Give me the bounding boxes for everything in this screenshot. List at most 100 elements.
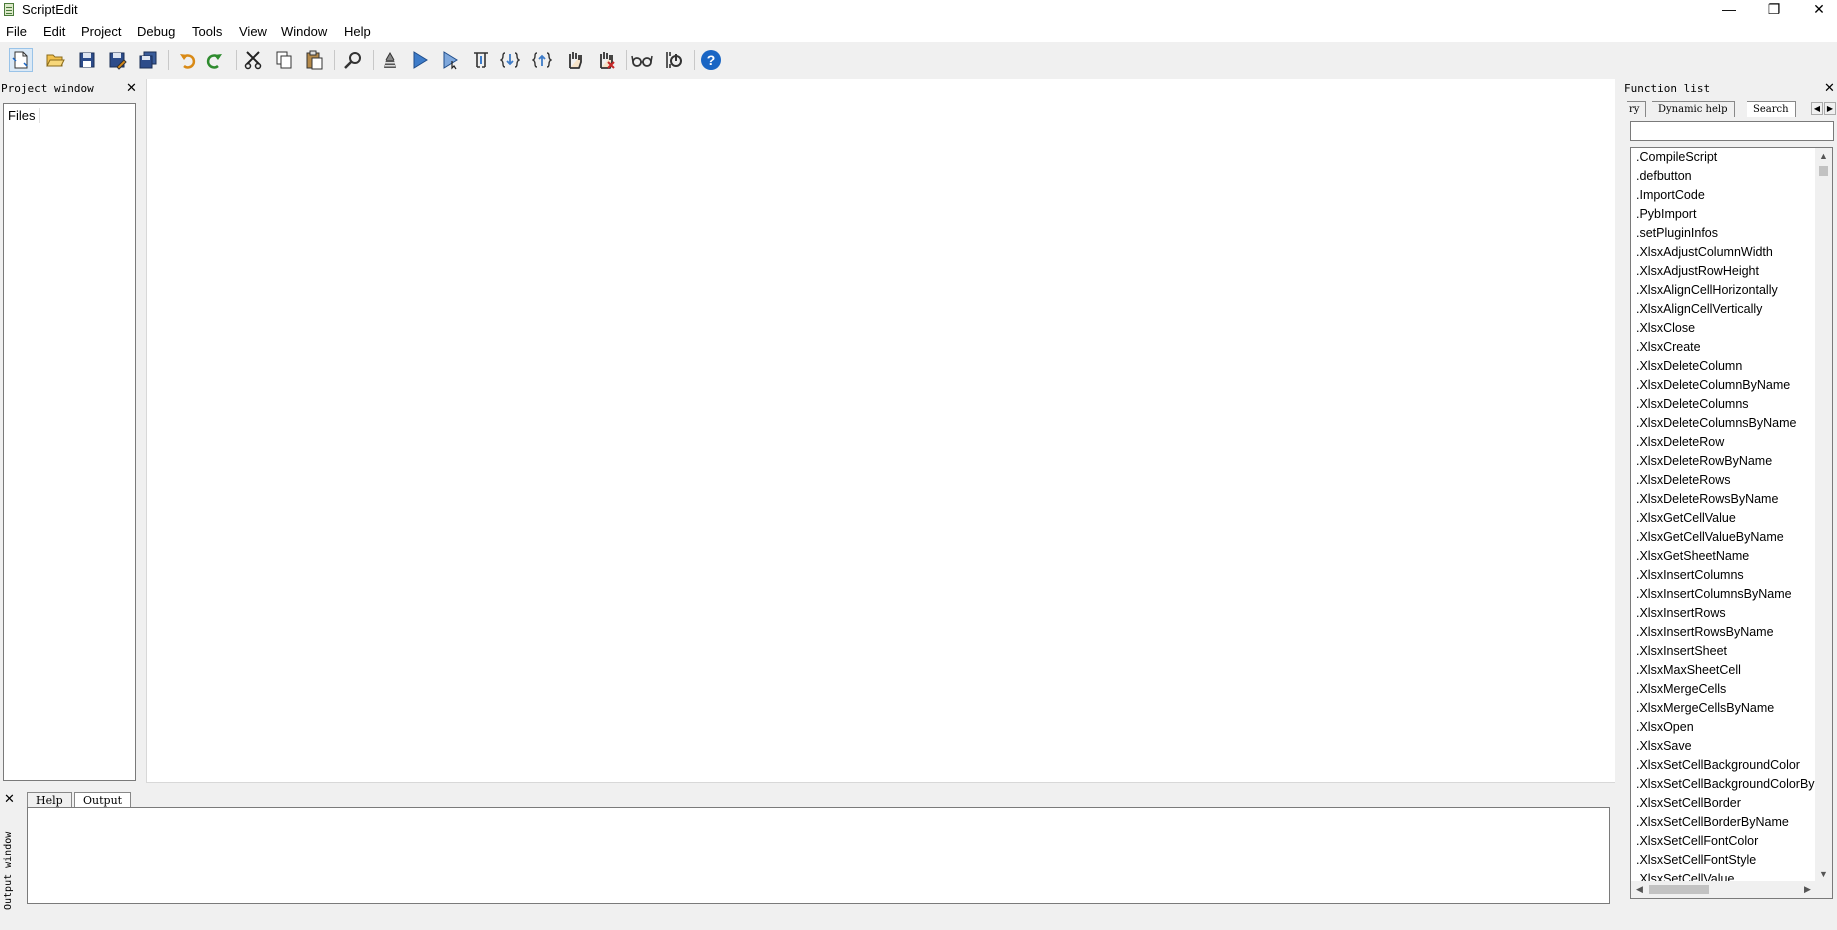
undo-icon[interactable]: [176, 48, 200, 72]
new-file-icon[interactable]: [9, 48, 33, 72]
function-list-item[interactable]: .XlsxInsertSheet: [1631, 642, 1816, 661]
function-list-item[interactable]: .XlsxGetSheetName: [1631, 547, 1816, 566]
function-list-item[interactable]: .XlsxMaxSheetCell: [1631, 661, 1816, 680]
scroll-right-icon[interactable]: ▶: [1799, 881, 1816, 897]
function-list-item[interactable]: .XlsxSetCellBackgroundColor: [1631, 756, 1816, 775]
step-into-icon[interactable]: [498, 48, 522, 72]
svg-text:?: ?: [707, 52, 716, 68]
menu-view[interactable]: View: [239, 24, 267, 39]
function-list-item[interactable]: .XlsxDeleteRowsByName: [1631, 490, 1816, 509]
function-list-item[interactable]: .XlsxSetCellFontColor: [1631, 832, 1816, 851]
menu-edit[interactable]: Edit: [43, 24, 65, 39]
watch-glasses-icon[interactable]: [630, 48, 654, 72]
function-list-item[interactable]: .XlsxMergeCellsByName: [1631, 699, 1816, 718]
function-list-item[interactable]: .XlsxAlignCellHorizontally: [1631, 281, 1816, 300]
function-list-item[interactable]: .XlsxDeleteColumn: [1631, 357, 1816, 376]
tab-search[interactable]: Search: [1747, 101, 1796, 117]
function-list-item[interactable]: .XlsxSetCellBorder: [1631, 794, 1816, 813]
step-over-icon[interactable]: [469, 48, 493, 72]
function-list-item[interactable]: .XlsxDeleteRow: [1631, 433, 1816, 452]
tab-scroll-left-icon[interactable]: ◀: [1811, 102, 1823, 115]
function-list-item[interactable]: .PybImport: [1631, 205, 1816, 224]
function-list-item[interactable]: .XlsxGetCellValueByName: [1631, 528, 1816, 547]
menu-window[interactable]: Window: [281, 24, 327, 39]
function-list-item[interactable]: .XlsxAdjustRowHeight: [1631, 262, 1816, 281]
function-list-item[interactable]: .XlsxSave: [1631, 737, 1816, 756]
function-list: .CompileScript .defbutton .ImportCode .PybI…: [1630, 147, 1833, 899]
output-panel[interactable]: [27, 807, 1610, 904]
open-folder-icon[interactable]: [43, 48, 67, 72]
minimize-button[interactable]: —: [1707, 0, 1751, 20]
toolbar-separator: [168, 50, 169, 70]
tab-scroll-right-icon[interactable]: ▶: [1824, 102, 1836, 115]
menu-bar: File Edit Project Debug Tools View Windo…: [0, 20, 1837, 42]
function-list-item[interactable]: .XlsxInsertRows: [1631, 604, 1816, 623]
toolbar-separator: [334, 50, 335, 70]
tab-dynamic-help[interactable]: Dynamic help: [1652, 101, 1735, 117]
close-button[interactable]: ✕: [1797, 0, 1837, 20]
function-list-item[interactable]: .XlsxSetCellBackgroundColorBy: [1631, 775, 1816, 794]
scroll-up-icon[interactable]: ▲: [1815, 148, 1832, 164]
function-list-close-icon[interactable]: ✕: [1824, 81, 1835, 95]
help-icon[interactable]: ?: [699, 48, 723, 72]
function-list-item[interactable]: .XlsxDeleteRows: [1631, 471, 1816, 490]
function-list-item[interactable]: .XlsxSetCellFontStyle: [1631, 851, 1816, 870]
breakpoint-hand-icon[interactable]: [563, 48, 587, 72]
save-as-icon[interactable]: [105, 48, 129, 72]
function-list-item[interactable]: .XlsxDeleteColumnsByName: [1631, 414, 1816, 433]
run-to-cursor-icon[interactable]: [438, 48, 462, 72]
copy-icon[interactable]: [272, 48, 296, 72]
function-list-item[interactable]: .XlsxMergeCells: [1631, 680, 1816, 699]
function-list-item[interactable]: .setPluginInfos: [1631, 224, 1816, 243]
tab-output[interactable]: Output: [74, 792, 132, 808]
menu-help[interactable]: Help: [344, 24, 371, 39]
debug-settings-icon[interactable]: [662, 48, 686, 72]
menu-debug[interactable]: Debug: [137, 24, 175, 39]
clear-breakpoints-icon[interactable]: [594, 48, 618, 72]
vertical-scrollbar[interactable]: ▲ ▼: [1815, 148, 1832, 882]
function-list-item[interactable]: .XlsxGetCellValue: [1631, 509, 1816, 528]
menu-project[interactable]: Project: [81, 24, 121, 39]
compile-icon[interactable]: [378, 48, 402, 72]
function-list-item[interactable]: .CompileScript: [1631, 148, 1816, 167]
scroll-thumb[interactable]: [1819, 166, 1828, 176]
horizontal-scrollbar[interactable]: ◀ ▶: [1631, 881, 1832, 898]
restore-button[interactable]: ❐: [1752, 0, 1796, 20]
paste-icon[interactable]: [302, 48, 326, 72]
function-search-input[interactable]: [1630, 121, 1834, 141]
menu-tools[interactable]: Tools: [192, 24, 222, 39]
project-tree[interactable]: Files: [3, 103, 136, 781]
function-list-item[interactable]: .XlsxOpen: [1631, 718, 1816, 737]
function-list-item[interactable]: .XlsxInsertColumnsByName: [1631, 585, 1816, 604]
tab-library[interactable]: ry: [1627, 101, 1647, 117]
find-icon[interactable]: [341, 48, 365, 72]
output-window-close-icon[interactable]: ✕: [4, 792, 15, 806]
function-list-item[interactable]: .XlsxDeleteColumns: [1631, 395, 1816, 414]
editor-area[interactable]: [146, 79, 1615, 783]
function-list-item[interactable]: .ImportCode: [1631, 186, 1816, 205]
function-list-item[interactable]: .XlsxAdjustColumnWidth: [1631, 243, 1816, 262]
redo-icon[interactable]: [202, 48, 226, 72]
function-list-item[interactable]: .XlsxInsertColumns: [1631, 566, 1816, 585]
function-list-item[interactable]: .XlsxSetCellBorderByName: [1631, 813, 1816, 832]
toolbar-separator: [626, 50, 627, 70]
function-list-item[interactable]: .XlsxDeleteColumnByName: [1631, 376, 1816, 395]
function-list-item[interactable]: .XlsxDeleteRowByName: [1631, 452, 1816, 471]
function-list-item[interactable]: .XlsxClose: [1631, 319, 1816, 338]
save-all-icon[interactable]: [136, 48, 160, 72]
project-window-close-icon[interactable]: ✕: [126, 81, 137, 95]
save-icon[interactable]: [75, 48, 99, 72]
function-list-item[interactable]: .XlsxCreate: [1631, 338, 1816, 357]
run-icon[interactable]: [408, 48, 432, 72]
files-tab[interactable]: Files: [8, 108, 41, 123]
hscroll-thumb[interactable]: [1649, 885, 1709, 894]
function-list-item[interactable]: .XlsxAlignCellVertically: [1631, 300, 1816, 319]
cut-icon[interactable]: [241, 48, 265, 72]
menu-file[interactable]: File: [6, 24, 27, 39]
scroll-left-icon[interactable]: ◀: [1631, 881, 1648, 897]
function-list-item[interactable]: .defbutton: [1631, 167, 1816, 186]
tab-help[interactable]: Help: [27, 792, 72, 808]
function-list-item[interactable]: .XlsxInsertRowsByName: [1631, 623, 1816, 642]
step-out-icon[interactable]: [530, 48, 554, 72]
scroll-down-icon[interactable]: ▼: [1815, 866, 1832, 882]
